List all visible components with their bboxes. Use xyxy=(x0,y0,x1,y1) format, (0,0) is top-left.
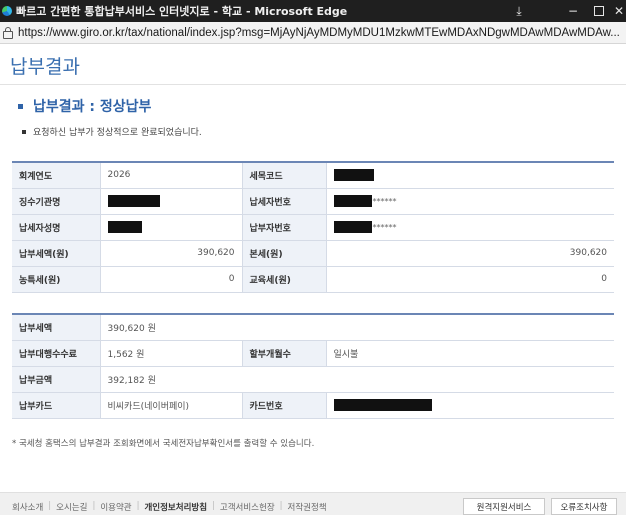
footnote: * 국세청 홈택스의 납부결과 조회화면에서 국세전자납부확인서를 출력할 수 … xyxy=(12,439,315,449)
site-footer: 회사소개 | 오시는길 | 이용약관 | 개인정보처리방침 | 고객서비스헌장 | 저작권… xyxy=(0,492,626,515)
card-label: 납부카드 xyxy=(12,392,101,419)
payment-info-table: 납부세액 390,620 원 납부대행수수료 1,562 원 할부개월수 일시불… xyxy=(12,313,614,419)
pay-tax-value: 390,620 원 xyxy=(100,314,614,341)
table-row: 농특세(원) 0 교육세(원) 0 xyxy=(12,266,614,293)
footer-link-copyright[interactable]: 저작권정책 xyxy=(288,501,327,513)
footer-link-terms[interactable]: 이용약관 xyxy=(100,501,131,513)
tax-code-label: 세목코드 xyxy=(242,162,327,189)
card-no-value xyxy=(326,392,614,419)
table-row: 징수기관명 납세자번호 ****** xyxy=(12,188,614,215)
table-row: 납부대행수수료 1,562 원 할부개월수 일시불 xyxy=(12,340,614,367)
browser-title-bar: 빠르고 간편한 통합납부서비스 인터넷지로 - 학교 - Microsoft E… xyxy=(0,0,626,22)
table-row: 납세자성명 납부자번호 ****** xyxy=(12,214,614,241)
table-row: 회계연도 2026 세목코드 xyxy=(12,162,614,189)
redacted-block xyxy=(333,195,372,207)
footer-link-privacy[interactable]: 개인정보처리방침 xyxy=(144,501,207,513)
footer-link-company[interactable]: 회사소개 xyxy=(12,501,43,513)
rural-tax-label: 농특세(원) xyxy=(12,266,101,293)
minimize-button[interactable]: − xyxy=(560,0,586,22)
table-row: 납부카드 비씨카드(네이버페이) 카드번호 xyxy=(12,392,614,419)
taxpayer-name-label: 납세자성명 xyxy=(12,214,101,241)
tax-amount-value: 390,620 xyxy=(100,240,243,267)
rural-tax-value: 0 xyxy=(100,266,243,293)
agency-value xyxy=(100,188,243,215)
lock-icon[interactable] xyxy=(3,26,13,39)
tax-info-table: 회계연도 2026 세목코드 징수기관명 납세자번호 ****** 납세자성명 … xyxy=(12,161,614,293)
card-no-label: 카드번호 xyxy=(242,392,327,419)
total-label: 납부금액 xyxy=(12,366,101,393)
fee-label: 납부대행수수료 xyxy=(12,340,101,367)
tax-amount-label: 납부세액(원) xyxy=(12,240,101,267)
redacted-block xyxy=(107,195,160,207)
heading-divider xyxy=(0,84,626,85)
edu-tax-value: 0 xyxy=(326,266,614,293)
maximize-icon xyxy=(594,6,604,16)
payer-no-label: 납부자번호 xyxy=(242,214,327,241)
tax-code-value xyxy=(326,162,614,189)
redacted-block xyxy=(333,221,372,233)
payer-no-value: ****** xyxy=(326,214,614,241)
pay-tax-label: 납부세액 xyxy=(12,314,101,341)
footer-link-directions[interactable]: 오시는길 xyxy=(56,501,87,513)
error-help-button[interactable]: 오류조치사항 xyxy=(551,498,617,515)
bullet-icon xyxy=(22,129,26,134)
section-title: 납부결과 : 정상납부 xyxy=(18,96,151,116)
table-row: 납부세액(원) 390,620 본세(원) 390,620 xyxy=(12,240,614,267)
bullet-icon xyxy=(18,103,23,109)
fee-value: 1,562 원 xyxy=(100,340,243,367)
redacted-block xyxy=(107,221,142,233)
principal-value: 390,620 xyxy=(326,240,614,267)
installment-value: 일시불 xyxy=(326,340,614,367)
edge-logo-icon xyxy=(2,6,12,16)
installment-label: 할부개월수 xyxy=(242,340,327,367)
principal-label: 본세(원) xyxy=(242,240,327,267)
close-button[interactable]: ✕ xyxy=(606,0,626,22)
address-bar[interactable]: https://www.giro.or.kr/tax/national/inde… xyxy=(0,22,626,44)
card-value: 비씨카드(네이버페이) xyxy=(100,392,243,419)
edu-tax-label: 교육세(원) xyxy=(242,266,327,293)
status-message-text: 요청하신 납부가 정상적으로 완료되었습니다. xyxy=(33,128,202,138)
page-title: 납부결과 xyxy=(10,56,80,78)
section-title-text: 납부결과 : 정상납부 xyxy=(33,99,152,115)
fiscal-year-value: 2026 xyxy=(100,162,243,189)
taxpayer-no-label: 납세자번호 xyxy=(242,188,327,215)
masked-suffix: ****** xyxy=(372,196,397,206)
footer-link-charter[interactable]: 고객서비스헌장 xyxy=(220,501,275,513)
download-icon[interactable]: ⤓ xyxy=(506,0,532,22)
table-row: 납부금액 392,182 원 xyxy=(12,366,614,393)
taxpayer-name-value xyxy=(100,214,243,241)
agency-label: 징수기관명 xyxy=(12,188,101,215)
total-value: 392,182 원 xyxy=(100,366,614,393)
status-message: 요청하신 납부가 정상적으로 완료되었습니다. xyxy=(22,125,202,138)
fiscal-year-label: 회계연도 xyxy=(12,162,101,189)
footer-links: 회사소개 | 오시는길 | 이용약관 | 개인정보처리방침 | 고객서비스헌장 | 저작권… xyxy=(12,501,327,513)
window-title: 빠르고 간편한 통합납부서비스 인터넷지로 - 학교 - Microsoft E… xyxy=(16,5,348,18)
redacted-block xyxy=(333,399,432,411)
remote-support-button[interactable]: 원격지원서비스 xyxy=(463,498,545,515)
table-row: 납부세액 390,620 원 xyxy=(12,314,614,341)
redacted-block xyxy=(333,169,374,182)
masked-suffix: ****** xyxy=(372,222,397,232)
url-text[interactable]: https://www.giro.or.kr/tax/national/inde… xyxy=(18,27,620,39)
taxpayer-no-value: ****** xyxy=(326,188,614,215)
